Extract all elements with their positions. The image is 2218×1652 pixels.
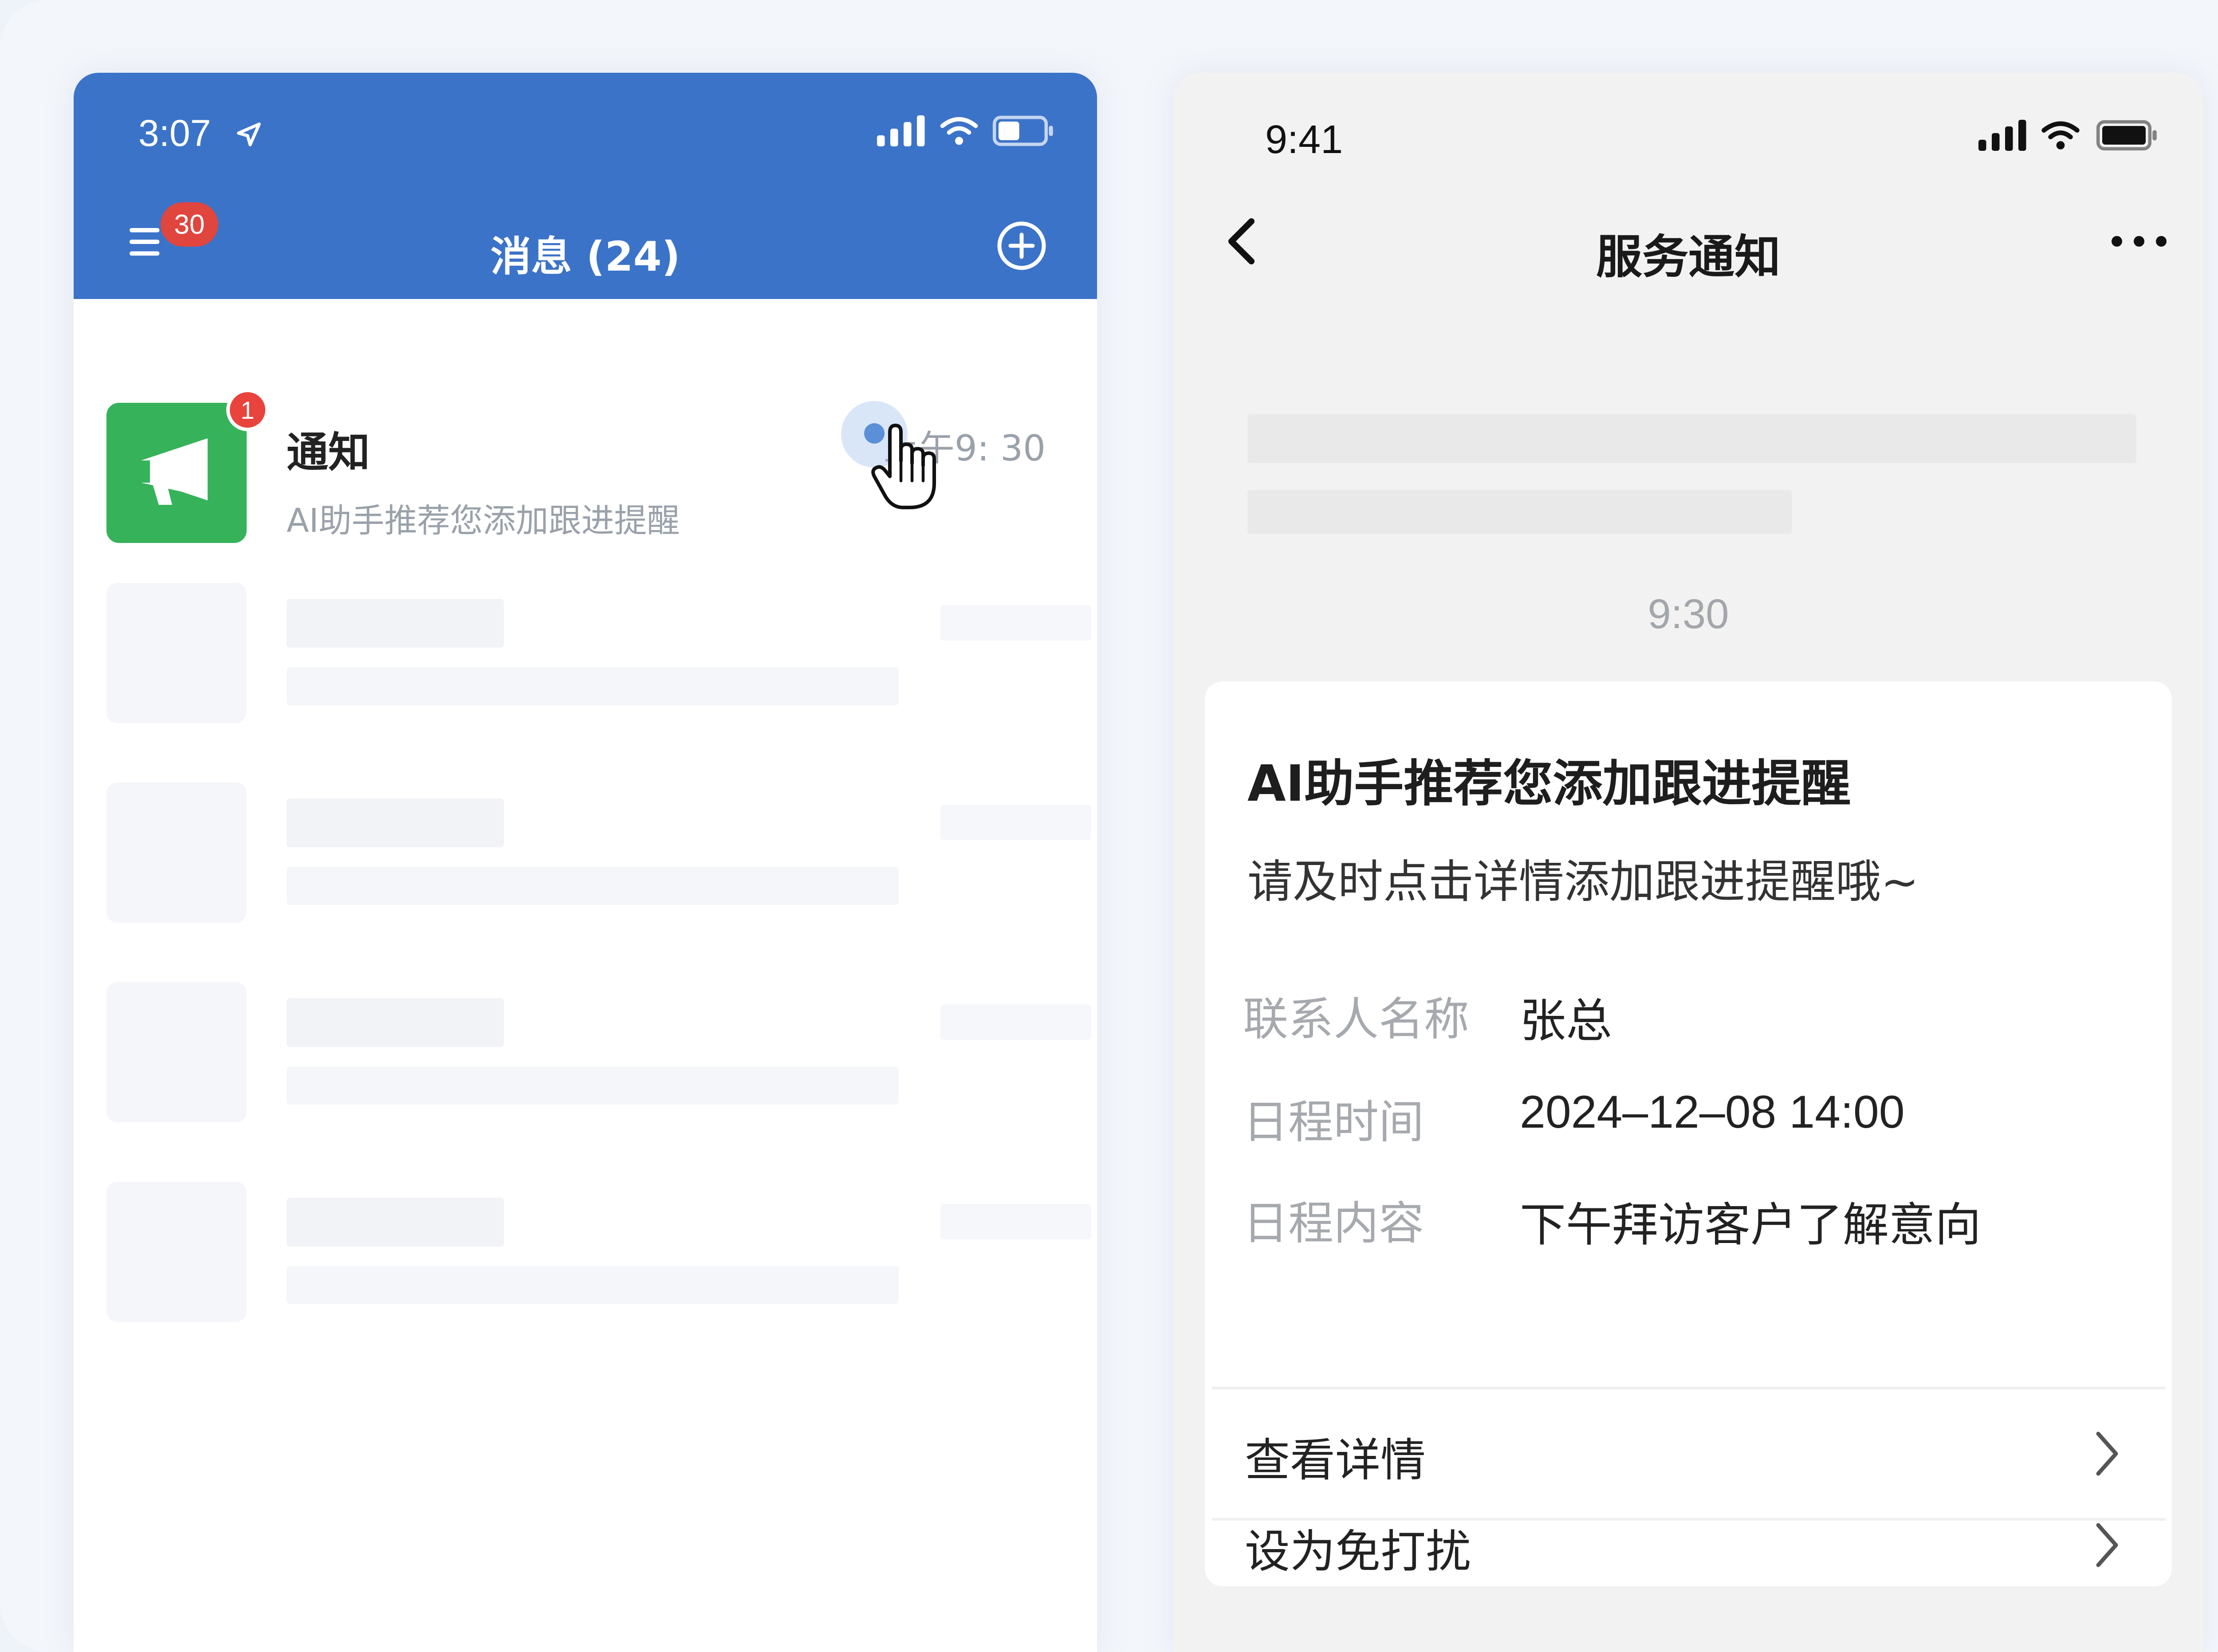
- notification-title: 通知: [287, 429, 370, 477]
- wifi-icon: [940, 117, 978, 145]
- status-time: 9:41: [1265, 118, 1343, 162]
- notification-avatar: [106, 403, 247, 543]
- notification-card: AI助手推荐您添加跟进提醒 请及时点击详情添加跟进提醒哦~ 联系人名称 张总 日…: [1205, 681, 2172, 1586]
- signal-icon: [1978, 120, 2026, 151]
- message-list-screen: 3:07 30 消息 (24) 1 通知 上午9: 30 AI助手推荐您添加跟进…: [74, 73, 1097, 1652]
- schedule-time-label: 日程时间: [1243, 1096, 1424, 1149]
- battery-icon: [2096, 120, 2157, 151]
- card-title: AI助手推荐您添加跟进提醒: [1247, 755, 1851, 813]
- status-time: 3:07: [138, 112, 211, 154]
- placeholder-row: [106, 783, 1091, 924]
- page-title: 消息 (24): [490, 233, 680, 280]
- location-arrow-icon: [237, 122, 261, 146]
- view-details-label: 查看详情: [1245, 1434, 1426, 1487]
- contact-name-label: 联系人名称: [1243, 993, 1469, 1046]
- contact-name-value: 张总: [1520, 994, 1612, 1048]
- placeholder-row: [106, 1182, 1091, 1324]
- schedule-time-value: 2024–12–08 14:00: [1520, 1086, 1905, 1138]
- page-title: 服务通知: [1596, 230, 1781, 284]
- card-description: 请及时点击详情添加跟进提醒哦~: [1247, 856, 1919, 909]
- service-notification-screen: 9:41 服务通知 9:30 AI助手推荐您添加跟进提醒 请及时点击详情添加跟进…: [1174, 73, 2203, 1652]
- top-bar: 3:07 30 消息 (24): [74, 73, 1097, 299]
- hand-pointer-icon: [871, 424, 936, 509]
- do-not-disturb-row[interactable]: 设为免打扰: [1205, 1519, 2172, 1586]
- add-circle-icon[interactable]: [995, 219, 1048, 272]
- more-options-icon[interactable]: [2108, 228, 2170, 255]
- do-not-disturb-label: 设为免打扰: [1245, 1526, 1471, 1578]
- schedule-content-value: 下午拜访客户了解意向: [1520, 1198, 1982, 1252]
- battery-icon: [992, 115, 1053, 146]
- notification-badge: 1: [226, 389, 269, 431]
- chevron-right-icon: [2096, 1523, 2118, 1567]
- wifi-icon: [2041, 121, 2080, 149]
- message-timestamp: 9:30: [1648, 590, 1729, 637]
- placeholder-bar: [1247, 414, 2136, 463]
- placeholder-row: [106, 982, 1091, 1124]
- status-icons: [877, 115, 1054, 146]
- schedule-content-label: 日程内容: [1243, 1197, 1424, 1250]
- status-icons: [1978, 120, 2160, 151]
- view-details-row[interactable]: 查看详情: [1205, 1389, 2172, 1518]
- stage: 3:07 30 消息 (24) 1 通知 上午9: 30 AI助手推荐您添加跟进…: [0, 0, 2218, 1652]
- megaphone-icon: [139, 438, 208, 505]
- placeholder-row: [106, 583, 1091, 725]
- signal-icon: [877, 115, 925, 146]
- chevron-right-icon: [2096, 1432, 2118, 1476]
- placeholder-bar: [1247, 490, 1792, 534]
- notification-preview: AI助手推荐您添加跟进提醒: [287, 502, 680, 540]
